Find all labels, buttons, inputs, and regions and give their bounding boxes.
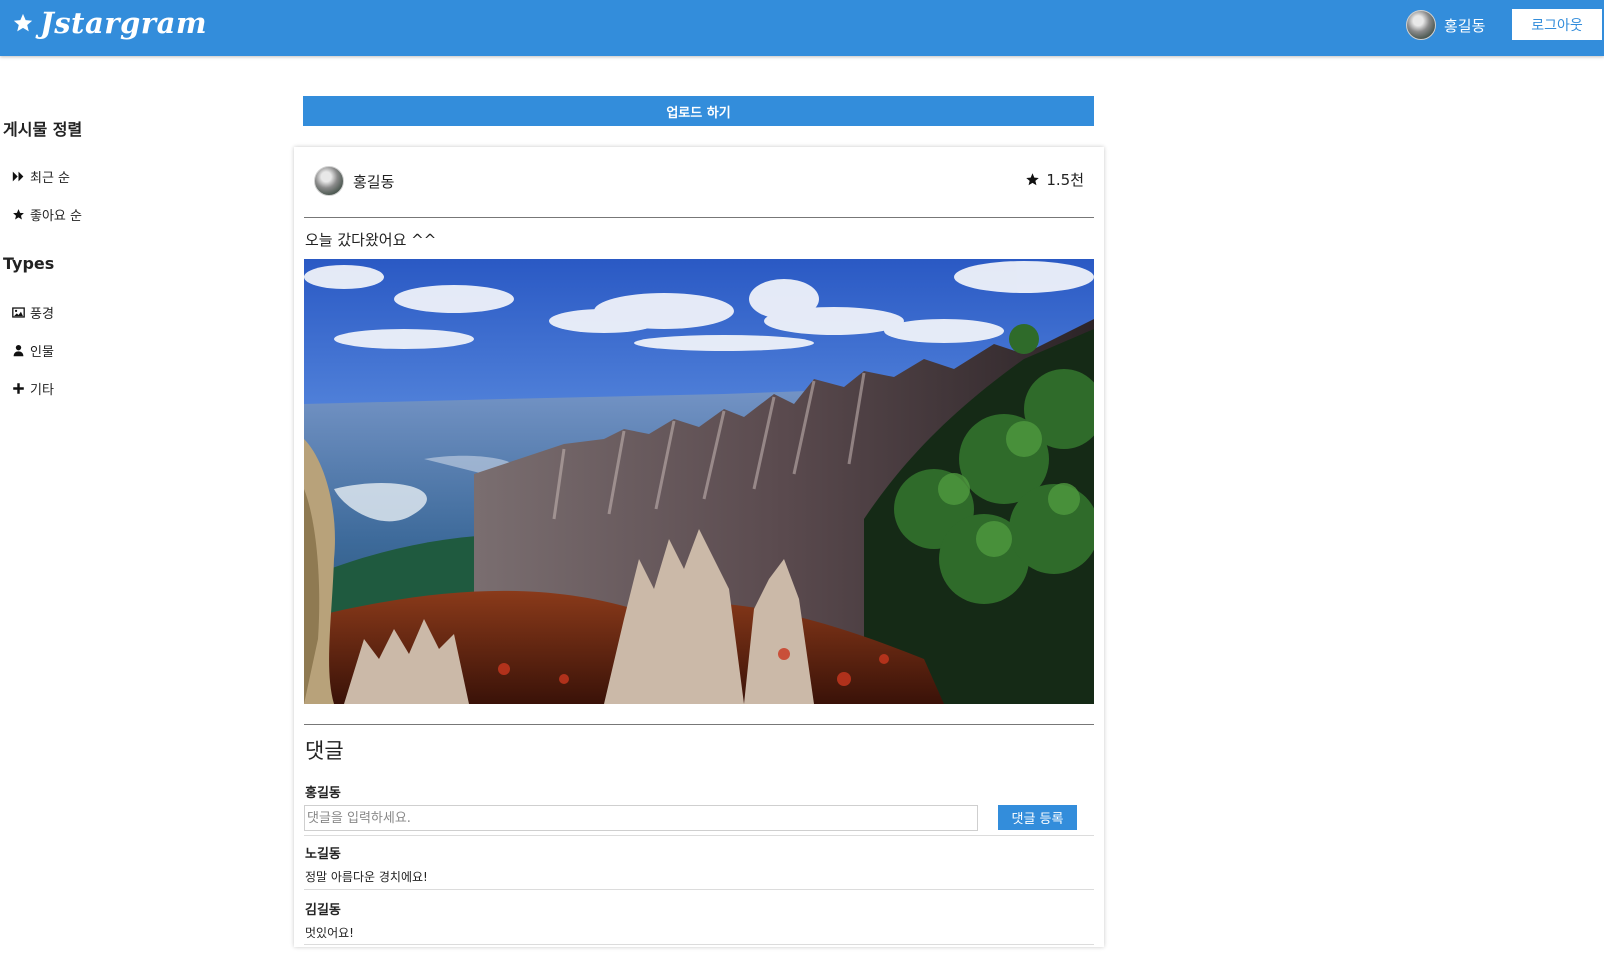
divider	[304, 835, 1094, 836]
comment-input[interactable]	[304, 805, 978, 831]
type-item-label: 인물	[30, 345, 54, 360]
type-item-label: 기타	[30, 383, 54, 398]
type-item-label: 풍경	[30, 307, 54, 322]
type-item-landscape[interactable]: 풍경	[12, 303, 54, 322]
post-author[interactable]: 홍길동	[314, 166, 394, 196]
plus-icon	[13, 383, 24, 394]
mountain-landscape-photo	[304, 259, 1094, 704]
sort-heading: 게시물 정렬	[3, 120, 83, 139]
upload-button[interactable]: 업로드 하기	[303, 96, 1094, 126]
post-caption: 오늘 갔다왔어요 ^^	[305, 231, 437, 249]
comment-text: 멋있어요!	[305, 926, 354, 940]
post-photo	[304, 259, 1094, 704]
image-icon	[12, 307, 25, 318]
fast-forward-icon	[12, 171, 24, 182]
current-user-name: 홍길동	[1444, 16, 1486, 35]
sort-item-recent[interactable]: 최근 순	[12, 167, 70, 186]
post-author-name: 홍길동	[353, 172, 395, 191]
comment-text: 정말 아름다운 경치에요!	[305, 870, 428, 884]
avatar	[1406, 10, 1436, 40]
comment-item: 김길동 멋있어요!	[305, 899, 354, 941]
comment-author: 김길동	[305, 903, 341, 918]
comment-submit-button[interactable]: 댓글 등록	[998, 805, 1077, 830]
avatar	[314, 166, 344, 196]
divider	[304, 889, 1094, 890]
comment-item: 노길동 정말 아름다운 경치에요!	[305, 843, 428, 885]
logout-button[interactable]: 로그아웃	[1512, 9, 1602, 40]
brand-name: Jstargram	[40, 6, 208, 40]
like-count: 1.5천	[1046, 171, 1084, 189]
type-item-etc[interactable]: 기타	[12, 379, 54, 398]
user-icon	[13, 344, 24, 357]
post-card: 홍길동 1.5천 오늘 갔다왔어요 ^^ 댓글 홍길동 댓글을 입력하세요. 댓…	[294, 147, 1104, 947]
type-item-person[interactable]: 인물	[12, 341, 54, 360]
like-button[interactable]: 1.5천	[1025, 169, 1084, 190]
divider	[304, 217, 1094, 218]
star-icon	[13, 13, 33, 32]
top-navbar: Jstargram 홍길동 로그아웃	[0, 0, 1604, 56]
divider	[304, 724, 1094, 725]
current-user[interactable]: 홍길동	[1406, 10, 1485, 40]
sort-item-likes[interactable]: 좋아요 순	[12, 205, 82, 224]
sort-item-label: 좋아요 순	[30, 209, 82, 224]
star-icon	[1026, 173, 1040, 186]
brand-logo[interactable]: Jstargram	[12, 6, 207, 40]
divider	[304, 944, 1094, 945]
comment-form-author: 홍길동	[305, 786, 341, 801]
star-icon	[13, 209, 24, 220]
sort-item-label: 최근 순	[30, 171, 71, 186]
comments-title: 댓글	[305, 739, 344, 763]
types-heading: Types	[3, 254, 55, 273]
comment-author: 노길동	[305, 847, 341, 862]
